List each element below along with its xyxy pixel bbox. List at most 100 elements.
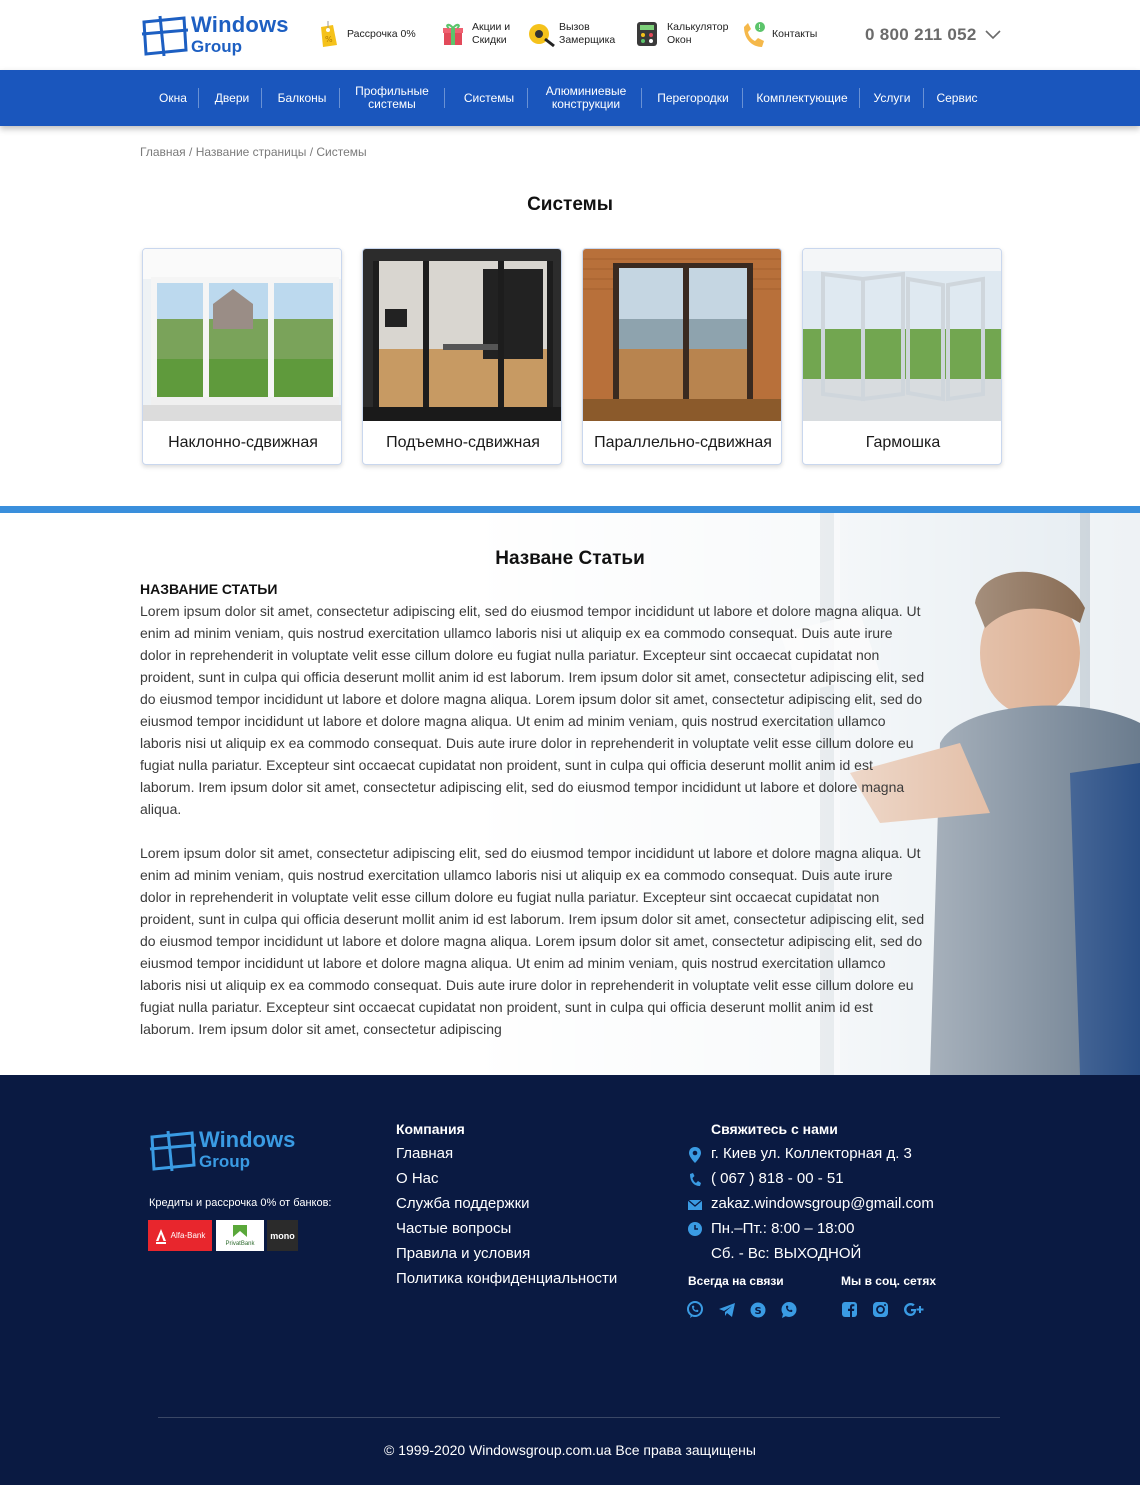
measurer-label: Вызов Замерщика <box>559 21 616 46</box>
card-image-accordion <box>803 249 1001 421</box>
article-paragraph-2: Lorem ipsum dolor sit amet, consectetur … <box>140 845 925 1037</box>
footer-logo-text-group: Group <box>199 1152 250 1171</box>
measurer-link[interactable]: Вызов Замерщика <box>527 16 615 52</box>
footer-link-home[interactable]: Главная <box>396 1145 453 1162</box>
site-logo[interactable]: Windows Group <box>140 12 290 60</box>
contact-email[interactable]: zakaz.windowsgroup@gmail.com <box>711 1195 934 1212</box>
card-label: Подъемно-сдвижная <box>386 434 540 451</box>
contacts-link[interactable]: ! Контакты <box>740 16 817 52</box>
telegram-icon[interactable] <box>718 1301 736 1319</box>
page-title: Системы <box>527 194 613 215</box>
breadcrumb-page[interactable]: Название страницы <box>196 145 307 159</box>
bank-logo-alfa: Alfa-Bank <box>148 1220 212 1251</box>
svg-text:S: S <box>755 1306 762 1317</box>
calculator-icon <box>635 19 661 49</box>
promotions-label: Акции и Скидки <box>472 21 511 46</box>
contact-heading: Свяжитесь с нами <box>711 1121 838 1137</box>
google-plus-icon[interactable] <box>903 1301 927 1319</box>
article-paragraph-1: Lorem ipsum dolor sit amet, consectetur … <box>140 603 925 817</box>
footer-divider <box>158 1417 1000 1418</box>
nav-divider <box>641 88 642 108</box>
contacts-label: Контакты <box>772 27 818 40</box>
nav-item-doors[interactable]: Двери <box>208 70 256 126</box>
main-navigation: Окна Двери Балконы Профильные системы Си… <box>0 70 1140 126</box>
contact-address: г. Киев ул. Коллекторная д. 3 <box>711 1145 912 1162</box>
site-footer: Windows Group Кредиты и рассрочка 0% от … <box>0 1075 1140 1485</box>
whatsapp-icon[interactable] <box>780 1301 798 1319</box>
nav-item-aluminium[interactable]: Алюминиевые конструкции <box>536 70 636 126</box>
nav-item-systems[interactable]: Системы <box>457 70 521 126</box>
tag-percent-icon: % <box>315 19 341 49</box>
breadcrumb-home[interactable]: Главная <box>140 145 186 159</box>
nav-divider <box>198 88 199 108</box>
copyright-text: © 1999-2020 Windowsgroup.com.ua Все прав… <box>384 1442 756 1458</box>
footer-link-terms[interactable]: Правила и условия <box>396 1245 530 1262</box>
bank-logo-privat: PrivatBank <box>216 1220 264 1251</box>
nav-divider <box>923 88 924 108</box>
nav-item-profile-systems[interactable]: Профильные системы <box>347 70 437 126</box>
bank-logo-mono: mono <box>267 1220 298 1251</box>
nav-divider <box>339 88 340 108</box>
contact-phone[interactable]: ( 067 ) 818 - 00 - 51 <box>711 1170 844 1187</box>
nav-item-partitions[interactable]: Перегородки <box>650 70 736 126</box>
company-heading: Компания <box>396 1121 465 1137</box>
chevron-down-icon[interactable] <box>985 27 1001 40</box>
card-label: Гармошка <box>865 434 941 451</box>
gift-icon <box>440 19 466 49</box>
nav-divider <box>859 88 860 108</box>
nav-divider <box>742 88 743 108</box>
site-header: Windows Group % Рассрочка 0% Акции и Ски… <box>0 0 1140 70</box>
credit-text: Кредиты и рассрочка 0% от банков: <box>149 1197 332 1209</box>
installment-label: Рассрочка 0% <box>347 27 416 40</box>
nav-item-windows[interactable]: Окна <box>152 70 194 126</box>
footer-logo[interactable]: Windows Group <box>148 1127 308 1175</box>
window-logo-icon <box>141 15 188 57</box>
mail-icon <box>687 1197 703 1213</box>
calculator-link[interactable]: Калькулятор Окон <box>635 16 728 52</box>
instagram-icon[interactable] <box>872 1301 890 1319</box>
nav-item-services[interactable]: Услуги <box>867 70 917 126</box>
card-image-tilt-slide <box>143 249 341 421</box>
article-subtitle: НАЗВАНИЕ СТАТЬИ <box>140 581 278 597</box>
footer-logo-text-windows: Windows <box>199 1127 296 1152</box>
system-card-accordion[interactable]: Гармошка <box>802 248 1002 465</box>
bank-name-privat: PrivatBank <box>225 1241 255 1247</box>
phone-icon <box>688 1172 702 1188</box>
installment-link[interactable]: % Рассрочка 0% <box>315 16 416 52</box>
svg-text:%: % <box>325 35 333 44</box>
section-divider-bar <box>0 506 1140 513</box>
bank-name-alfa: Alfa-Bank <box>170 1231 206 1240</box>
bank-name-mono: mono <box>270 1230 295 1241</box>
logo-text-windows: Windows <box>191 12 289 37</box>
contact-hours-weekend: Сб. - Вс: ВЫХОДНОЙ <box>711 1245 862 1262</box>
system-card-lift-slide[interactable]: Подъемно-сдвижная <box>362 248 562 465</box>
breadcrumb-current: Системы <box>316 145 367 159</box>
breadcrumb: Главная / Название страницы / Системы <box>140 145 367 159</box>
logo-text-group: Group <box>191 37 242 56</box>
system-card-tilt-slide[interactable]: Наклонно-сдвижная <box>142 248 342 465</box>
calculator-label: Калькулятор Окон <box>667 21 729 46</box>
skype-icon[interactable]: S <box>749 1301 767 1319</box>
header-phone[interactable]: 0 800 211 052 <box>865 25 977 45</box>
viber-icon[interactable] <box>687 1301 705 1319</box>
nav-item-balconies[interactable]: Балконы <box>270 70 334 126</box>
always-online-heading: Всегда на связи <box>688 1274 784 1288</box>
facebook-icon[interactable] <box>841 1301 859 1319</box>
nav-item-service[interactable]: Сервис <box>931 70 983 126</box>
system-card-parallel-slide[interactable]: Параллельно-сдвижная <box>582 248 782 465</box>
clock-icon <box>688 1221 702 1237</box>
nav-divider <box>261 88 262 108</box>
promotions-link[interactable]: Акции и Скидки <box>440 16 510 52</box>
footer-link-privacy[interactable]: Политика конфиденциальности <box>396 1270 617 1287</box>
tape-measure-icon <box>527 19 555 49</box>
article-title: Назване Статьи <box>495 548 645 569</box>
nav-divider <box>444 88 445 108</box>
footer-link-about[interactable]: О Нас <box>396 1170 439 1187</box>
location-pin-icon <box>688 1147 702 1163</box>
footer-link-support[interactable]: Служба поддержки <box>396 1195 530 1212</box>
window-logo-icon <box>149 1130 196 1172</box>
nav-divider <box>527 88 528 108</box>
footer-link-faq[interactable]: Частые вопросы <box>396 1220 511 1237</box>
breadcrumb-separator: / <box>189 145 196 159</box>
nav-item-accessories[interactable]: Комплектующие <box>750 70 854 126</box>
